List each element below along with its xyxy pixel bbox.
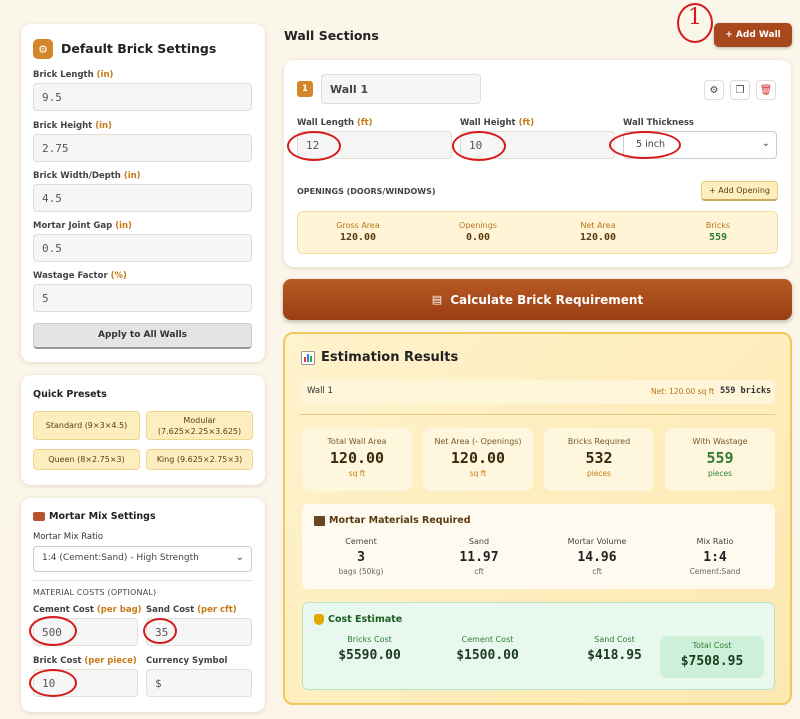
currency-symbol-input[interactable] — [146, 669, 252, 697]
divider — [300, 414, 775, 415]
total-cost-box: Total Cost $7508.95 — [660, 636, 764, 678]
gear-icon: ⚙ — [33, 39, 53, 59]
stat-bricks-required: Bricks Required 532 pieces — [544, 428, 654, 491]
preset-modular-button[interactable]: Modular (7.625×2.25×3.625) — [146, 411, 253, 440]
brick-height-label: Brick Height (in) — [33, 121, 112, 131]
sand-cost-input[interactable] — [146, 618, 252, 646]
result-wall-name: Wall 1 — [307, 386, 333, 396]
calculate-button[interactable]: ▤ Calculate Brick Requirement — [283, 279, 792, 320]
openings-title: OPENINGS (DOORS/WINDOWS) — [297, 187, 436, 196]
brick-cost-input[interactable] — [33, 669, 138, 697]
calculate-button-label: Calculate Brick Requirement — [450, 292, 644, 307]
brick-height-input[interactable] — [33, 134, 252, 162]
mortar-volume: Mortar Volume 14.96 cft — [567, 537, 627, 576]
wall-length-input[interactable] — [297, 131, 452, 159]
mortar-materials-card: Mortar Materials Required Cement 3 bags (5… — [302, 504, 775, 589]
stat-net-area: Net Area (- Openings) 120.00 sq ft — [423, 428, 533, 491]
results-title: Estimation Results — [321, 350, 459, 365]
chevron-down-icon: ⌄ — [761, 138, 770, 149]
stat-total-area: Total Wall Area 120.00 sq ft — [302, 428, 412, 491]
wall-summary: Gross Area 120.00 Openings 0.00 Net Area 12… — [297, 211, 778, 254]
openings-value: 0.00 — [465, 232, 491, 243]
mortar-sand: Sand 11.97 cft — [459, 537, 499, 576]
wastage-factor-label: Wastage Factor (%) — [33, 271, 127, 281]
brick-length-input[interactable] — [33, 83, 252, 111]
brick-width-label: Brick Width/Depth (in) — [33, 171, 141, 181]
currency-symbol-label: Currency Symbol — [146, 656, 228, 666]
mortar-mix-title: Mortar Mix Settings — [49, 511, 156, 522]
mortar-gap-input[interactable] — [33, 234, 252, 262]
wall-length-label: Wall Length (ft) — [297, 118, 373, 128]
mortar-mix-ratio: Mix Ratio 1:4 Cement:Sand — [689, 537, 741, 576]
quick-presets-panel: Quick Presets Standard (9×3×4.5) Modular… — [21, 375, 265, 485]
brick-settings-panel: ⚙ Default Brick Settings Brick Length (i… — [21, 24, 265, 362]
cement-cost: Cement Cost $1500.00 — [456, 635, 519, 663]
results-panel: Estimation Results Wall 1 Net: 120.00 sq… — [283, 332, 792, 705]
apply-all-walls-button[interactable]: Apply to All Walls — [33, 323, 252, 349]
cost-estimate-title: Cost Estimate — [328, 614, 403, 625]
material-costs-title: MATERIAL COSTS (OPTIONAL) — [33, 588, 157, 597]
brick-settings-title: Default Brick Settings — [61, 41, 217, 56]
preset-queen-button[interactable]: Queen (8×2.75×3) — [33, 449, 140, 470]
wall-sections-title: Wall Sections — [284, 28, 379, 43]
wall-index-badge: 1 — [297, 81, 313, 97]
mortar-materials-title: Mortar Materials Required — [329, 515, 471, 526]
wall-thickness-value: 5 inch — [636, 139, 665, 150]
wall-icon — [314, 516, 325, 526]
net-area-value: 120.00 — [579, 232, 617, 243]
mix-ratio-value: 1:4 (Cement:Sand) - High Strength — [42, 553, 199, 563]
delete-icon[interactable]: 🗑 — [756, 80, 776, 100]
bricks-value: 559 — [708, 232, 728, 243]
wall-card: 1 ⚙ ❐ 🗑 Wall Length (ft) Wall Height (ft… — [284, 60, 791, 267]
cement-cost-label: Cement Cost (per bag) — [33, 605, 142, 615]
wall-thickness-select[interactable]: 5 inch ⌄ — [623, 131, 777, 159]
wall-height-input[interactable] — [460, 131, 615, 159]
brick-length-label: Brick Length (in) — [33, 70, 114, 80]
wall-thickness-label: Wall Thickness — [623, 118, 694, 128]
mortar-cement: Cement 3 bags (50kg) — [338, 537, 384, 576]
result-wall-bricks: 559 bricks — [720, 386, 772, 396]
cement-cost-input[interactable] — [33, 618, 138, 646]
clipboard-icon: ▤ — [431, 293, 443, 306]
annotation-number: 1 — [688, 5, 702, 30]
wall-name-input[interactable] — [321, 74, 481, 104]
mortar-gap-label: Mortar Joint Gap (in) — [33, 221, 132, 231]
gross-area-label: Gross Area — [336, 221, 380, 230]
chart-icon — [301, 351, 315, 365]
wall-height-label: Wall Height (ft) — [460, 118, 535, 128]
total-cost-label: Total Cost — [692, 641, 732, 650]
divider — [33, 580, 252, 581]
openings-label: Openings — [459, 221, 497, 230]
cost-estimate-card: Cost Estimate Bricks Cost $5590.00 Cement… — [302, 602, 775, 690]
copy-icon[interactable]: ❐ — [730, 80, 750, 100]
add-wall-button[interactable]: + Add Wall — [714, 23, 792, 47]
settings-icon[interactable]: ⚙ — [704, 80, 724, 100]
add-opening-button[interactable]: + Add Opening — [701, 181, 778, 201]
mix-ratio-select[interactable]: 1:4 (Cement:Sand) - High Strength ⌄ — [33, 546, 252, 572]
mix-ratio-label: Mortar Mix Ratio — [33, 532, 104, 542]
mortar-mix-panel: Mortar Mix Settings Mortar Mix Ratio 1:4… — [21, 498, 265, 712]
bricks-cost: Bricks Cost $5590.00 — [338, 635, 401, 663]
result-wall-row: Wall 1 Net: 120.00 sq ft 559 bricks — [300, 380, 775, 404]
result-wall-net: Net: 120.00 sq ft — [651, 387, 715, 396]
preset-standard-button[interactable]: Standard (9×3×4.5) — [33, 411, 140, 440]
money-bag-icon — [314, 614, 324, 625]
stat-with-wastage: With Wastage 559 pieces — [665, 428, 775, 491]
wastage-factor-input[interactable] — [33, 284, 252, 312]
quick-presets-title: Quick Presets — [33, 389, 107, 400]
sand-cost-label: Sand Cost (per cft) — [146, 605, 237, 615]
chevron-down-icon: ⌄ — [235, 552, 244, 563]
brick-width-input[interactable] — [33, 184, 252, 212]
brick-icon — [33, 512, 45, 521]
brick-cost-label: Brick Cost (per piece) — [33, 656, 137, 666]
total-cost-value: $7508.95 — [680, 654, 744, 669]
net-area-label: Net Area — [580, 221, 616, 230]
preset-king-button[interactable]: King (9.625×2.75×3) — [146, 449, 253, 470]
bricks-label: Bricks — [705, 221, 731, 230]
gross-area-value: 120.00 — [339, 232, 377, 243]
